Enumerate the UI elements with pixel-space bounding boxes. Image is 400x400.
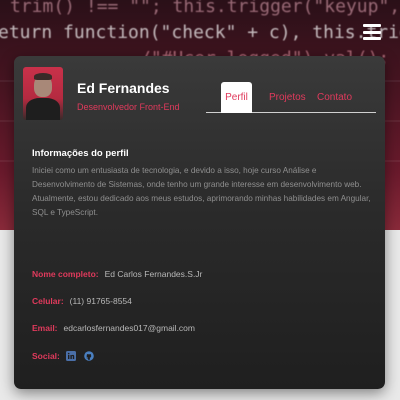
email-value[interactable]: edcarlosfernandes017@gmail.com	[64, 323, 195, 333]
profile-name: Ed Fernandes	[77, 80, 170, 96]
profile-tabs: Perfil Projetos Contato	[206, 82, 376, 113]
social-row: Social:	[32, 351, 102, 361]
profile-card: Ed Fernandes Desenvolvedor Front-End Per…	[14, 56, 385, 389]
email-row: Email: edcarlosfernandes017@gmail.com	[32, 323, 195, 333]
hamburger-menu-icon[interactable]	[363, 24, 381, 40]
profile-role: Desenvolvedor Front-End	[77, 102, 180, 112]
about-title: Informações do perfil	[32, 148, 129, 159]
about-text: Iniciei como um entusiasta de tecnologia…	[32, 166, 371, 217]
avatar	[23, 67, 63, 120]
full-name-row: Nome completo: Ed Carlos Fernandes.S.Jr	[32, 269, 202, 279]
github-icon[interactable]	[84, 351, 94, 361]
full-name-value: Ed Carlos Fernandes.S.Jr	[104, 269, 203, 279]
menu-bar	[363, 24, 381, 27]
phone-value: (11) 91765-8554	[69, 296, 132, 306]
tab-projetos[interactable]: Projetos	[269, 82, 306, 113]
hero-code-line: eturn function("check" + c), this.trigge…	[0, 22, 400, 43]
avatar-body	[26, 98, 60, 120]
menu-bar	[363, 37, 381, 40]
menu-bar	[363, 30, 381, 34]
linkedin-icon[interactable]	[65, 351, 76, 361]
phone-label: Celular:	[32, 296, 64, 306]
social-label: Social:	[32, 351, 60, 361]
avatar-hair	[34, 73, 52, 80]
hero-code-line: trim() !== ""; this.trigger("keyup",	[10, 0, 400, 17]
tab-contato[interactable]: Contato	[317, 82, 352, 113]
tab-perfil[interactable]: Perfil	[221, 82, 252, 113]
full-name-label: Nome completo:	[32, 269, 99, 279]
phone-row: Celular: (11) 91765-8554	[32, 296, 132, 306]
email-label: Email:	[32, 323, 58, 333]
